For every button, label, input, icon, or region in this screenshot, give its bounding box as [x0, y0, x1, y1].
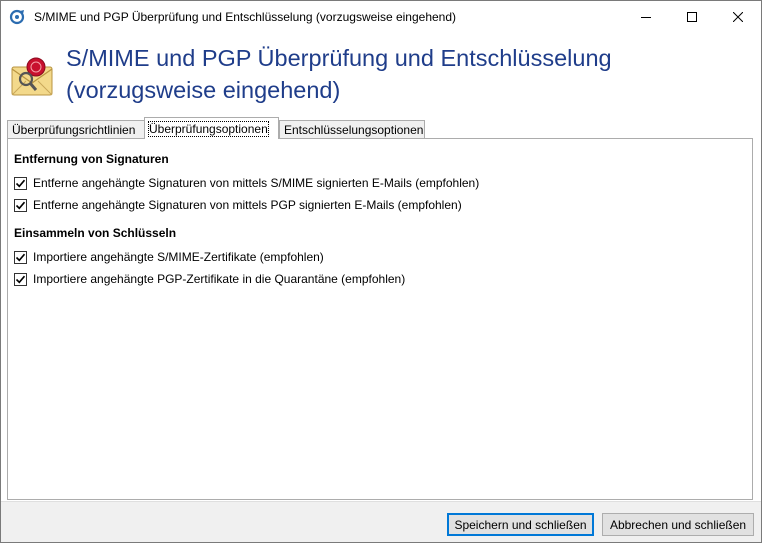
page-title: S/MIME und PGP Überprüfung und Entschlüs…: [66, 42, 746, 106]
close-icon: [733, 11, 743, 22]
title-bar[interactable]: S/MIME und PGP Überprüfung und Entschlüs…: [1, 1, 761, 32]
checkbox-label: Importiere angehängte PGP-Zertifikate in…: [33, 272, 406, 286]
option-import-pgp-certificates[interactable]: Importiere angehängte PGP-Zertifikate in…: [14, 271, 405, 287]
option-remove-pgp-signatures[interactable]: Entferne angehängte Signaturen von mitte…: [14, 197, 462, 213]
option-import-smime-certificates[interactable]: Importiere angehängte S/MIME-Zertifikate…: [14, 249, 324, 265]
tab-panel: Entfernung von Signaturen Entferne angeh…: [7, 138, 753, 500]
app-icon: [9, 9, 25, 25]
tab-entschluesselungsoptionen[interactable]: Entschlüsselungsoptionen: [279, 120, 425, 138]
checkbox-label: Entferne angehängte Signaturen von mitte…: [33, 176, 480, 190]
checkmark-icon: [15, 201, 26, 209]
minimize-button[interactable]: [623, 1, 669, 32]
dialog-footer: Speichern und schließen Abbrechen und sc…: [1, 501, 761, 542]
window-title: S/MIME und PGP Überprüfung und Entschlüs…: [34, 10, 457, 24]
option-remove-smime-signatures[interactable]: Entferne angehängte Signaturen von mitte…: [14, 175, 479, 191]
tab-ueberpruefungsoptionen[interactable]: Überprüfungsoptionen: [144, 117, 279, 139]
minimize-icon: [641, 16, 651, 18]
checkmark-icon: [15, 179, 26, 187]
page-title-line2: (vorzugsweise eingehend): [66, 77, 341, 103]
tab-ueberpruefungsrichtlinien[interactable]: Überprüfungsrichtlinien: [7, 120, 145, 138]
checkbox[interactable]: [14, 176, 27, 190]
section-title-signatures: Entfernung von Signaturen: [14, 152, 169, 166]
section-title-key-collection: Einsammeln von Schlüsseln: [14, 226, 177, 240]
checkbox[interactable]: [14, 198, 27, 212]
maximize-icon: [687, 11, 697, 22]
checkbox-label: Entferne angehängte Signaturen von mitte…: [33, 198, 462, 212]
close-button[interactable]: [715, 1, 761, 32]
envelope-seal-icon: [8, 53, 56, 101]
page-title-line1: S/MIME und PGP Überprüfung und Entschlüs…: [66, 45, 612, 71]
dialog-header: S/MIME und PGP Überprüfung und Entschlüs…: [1, 32, 761, 116]
checkbox-label: Importiere angehängte S/MIME-Zertifikate…: [33, 250, 324, 264]
tab-strip: Überprüfungsrichtlinien Überprüfungsopti…: [1, 116, 761, 139]
save-and-close-button[interactable]: Speichern und schließen: [447, 513, 594, 536]
maximize-button[interactable]: [669, 1, 715, 32]
checkmark-icon: [15, 275, 26, 283]
tab-label: Überprüfungsoptionen: [148, 121, 269, 137]
dialog-window: S/MIME und PGP Überprüfung und Entschlüs…: [0, 0, 762, 543]
tab-label: Überprüfungsrichtlinien: [12, 123, 136, 137]
checkbox[interactable]: [14, 272, 27, 286]
checkbox[interactable]: [14, 250, 27, 264]
tab-label: Entschlüsselungsoptionen: [284, 123, 424, 137]
cancel-and-close-button[interactable]: Abbrechen und schließen: [602, 513, 754, 536]
checkmark-icon: [15, 253, 26, 261]
